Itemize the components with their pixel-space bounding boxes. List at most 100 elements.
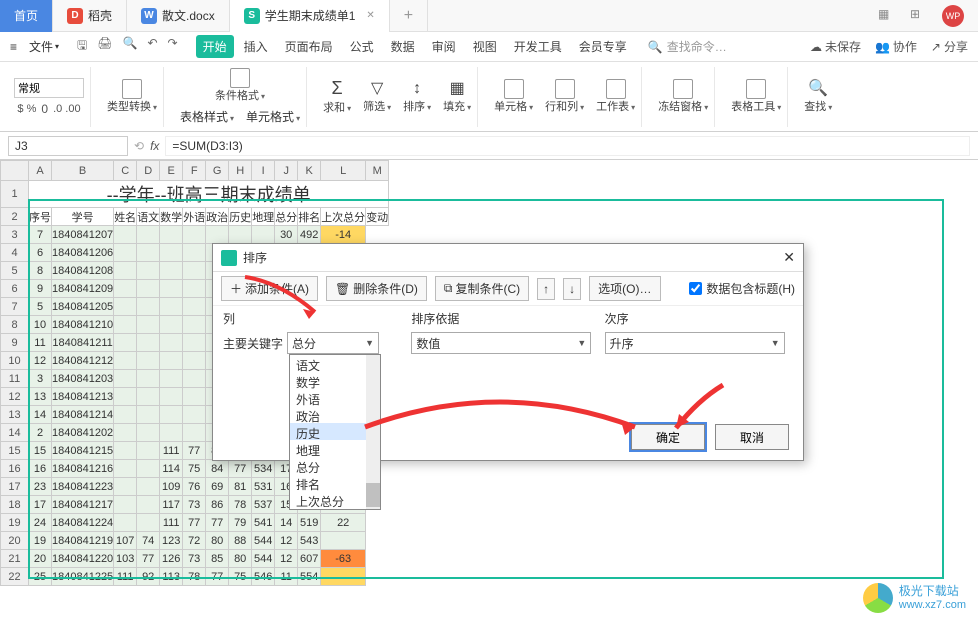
has-header-input[interactable] [689, 282, 702, 295]
row-header-15[interactable]: 15 [1, 442, 29, 460]
name-box[interactable]: J3 [8, 136, 128, 156]
ok-button[interactable]: 确定 [631, 424, 705, 450]
copy-condition-button[interactable]: ⧉ 复制条件(C) [435, 276, 529, 301]
cond-format-button[interactable]: 条件格式 [215, 68, 265, 103]
row-header-17[interactable]: 17 [1, 478, 29, 496]
tools-button[interactable]: 表格工具 [731, 79, 781, 114]
row-header-18[interactable]: 18 [1, 496, 29, 514]
col-header-C[interactable]: C [114, 161, 137, 181]
col-header-K[interactable]: K [298, 161, 321, 181]
tab-new[interactable]: + [390, 0, 428, 32]
row-header-12[interactable]: 12 [1, 388, 29, 406]
column-combo[interactable]: 总分▼ [287, 332, 379, 354]
dialog-close-icon[interactable]: ✕ [783, 249, 795, 266]
options-button[interactable]: 选项(O)… [589, 276, 660, 301]
table-row[interactable]: 37184084120730492-14 [1, 226, 389, 244]
col-header-L[interactable]: L [321, 161, 366, 181]
avatar[interactable]: WP [942, 5, 964, 27]
row-header-13[interactable]: 13 [1, 406, 29, 424]
col-header-E[interactable]: E [160, 161, 183, 181]
window-layout-icon[interactable]: ▦ [878, 7, 896, 25]
row-header-6[interactable]: 6 [1, 280, 29, 298]
row-header-21[interactable]: 21 [1, 550, 29, 568]
add-condition-button[interactable]: ＋ 添加条件(A) [221, 276, 318, 301]
preview-icon[interactable]: 🔍 [123, 36, 138, 57]
row-header-16[interactable]: 16 [1, 460, 29, 478]
number-format-select[interactable] [14, 78, 84, 98]
filter-button[interactable]: ▽筛选 [363, 79, 391, 113]
save-icon[interactable]: 🖫 [77, 36, 87, 57]
col-header-G[interactable]: G [206, 161, 229, 181]
has-header-checkbox[interactable]: 数据包含标题(H) [689, 280, 795, 297]
mtab-vip[interactable]: 会员专享 [572, 35, 634, 58]
dropdown-scrollbar[interactable] [366, 355, 380, 509]
col-header-F[interactable]: F [183, 161, 206, 181]
file-menu[interactable]: 文件▾ [23, 36, 65, 57]
fill-button[interactable]: ▦填充 [443, 79, 471, 113]
freeze-button[interactable]: 冻结窗格 [658, 79, 708, 114]
mtab-pagelayout[interactable]: 页面布局 [278, 35, 340, 58]
row-header-7[interactable]: 7 [1, 298, 29, 316]
col-header-M[interactable]: M [366, 161, 389, 181]
basis-combo[interactable]: 数值▼ [411, 332, 591, 354]
cell-button[interactable]: 单元格 [494, 79, 533, 114]
table-row[interactable]: 201918408412191077412372808854412543 [1, 532, 389, 550]
order-combo[interactable]: 升序▼ [605, 332, 785, 354]
mtab-dev[interactable]: 开发工具 [507, 35, 569, 58]
worksheet-button[interactable]: 工作表 [596, 79, 635, 114]
row-header-4[interactable]: 4 [1, 244, 29, 262]
mtab-view[interactable]: 视图 [466, 35, 504, 58]
mtab-formula[interactable]: 公式 [343, 35, 381, 58]
mtab-start[interactable]: 开始 [196, 35, 234, 58]
row-header-10[interactable]: 10 [1, 352, 29, 370]
tab-docer[interactable]: D稻壳 [53, 0, 127, 32]
row-header-8[interactable]: 8 [1, 316, 29, 334]
table-row[interactable]: 192418408412241117777795411451922 [1, 514, 389, 532]
row-header-9[interactable]: 9 [1, 334, 29, 352]
row-header-5[interactable]: 5 [1, 262, 29, 280]
type-convert-button[interactable]: 类型转换 [107, 79, 157, 114]
menu-hamburger-icon[interactable]: ≡ [10, 40, 17, 54]
move-up-button[interactable]: ↑ [537, 278, 555, 300]
find-button[interactable]: 🔍查找 [804, 79, 832, 113]
move-down-button[interactable]: ↓ [563, 278, 581, 300]
fb-cancel-icon[interactable]: ⟲ [134, 139, 144, 153]
row-header-2[interactable]: 2 [1, 208, 29, 226]
share-button[interactable]: ↗ 分享 [931, 38, 968, 55]
row-header-3[interactable]: 3 [1, 226, 29, 244]
table-row[interactable]: 212018408412201037712673858054412607-63 [1, 550, 389, 568]
unsaved-button[interactable]: ☁ 未保存 [810, 38, 861, 55]
row-header-19[interactable]: 19 [1, 514, 29, 532]
tab-word[interactable]: W散文.docx [127, 0, 230, 32]
mtab-review[interactable]: 审阅 [425, 35, 463, 58]
row-header-1[interactable]: 1 [1, 181, 29, 208]
col-header-J[interactable]: J [275, 161, 298, 181]
mtab-insert[interactable]: 插入 [237, 35, 275, 58]
print-icon[interactable]: 🖨 [97, 36, 112, 57]
col-header-I[interactable]: I [252, 161, 275, 181]
cell-format-button[interactable]: 单元格式 [246, 108, 300, 125]
undo-icon[interactable]: ↶ [147, 36, 157, 57]
delete-condition-button[interactable]: 🗑 删除条件(D) [326, 276, 427, 301]
table-style-button[interactable]: 表格样式 [180, 108, 234, 125]
col-header-D[interactable]: D [137, 161, 160, 181]
tab-home[interactable]: 首页 [0, 0, 53, 32]
row-header-22[interactable]: 22 [1, 568, 29, 586]
grid-icon[interactable]: ⊞ [910, 7, 928, 25]
sort-button[interactable]: ↕排序 [403, 79, 431, 113]
sum-button[interactable]: Σ求和 [323, 78, 351, 115]
table-row[interactable]: 222518408412251119211378777554611554 [1, 568, 389, 586]
scrollbar-thumb[interactable] [366, 483, 380, 507]
fx-icon[interactable]: fx [150, 139, 159, 153]
formula-input[interactable]: =SUM(D3:I3) [165, 136, 970, 156]
row-header-20[interactable]: 20 [1, 532, 29, 550]
mtab-data[interactable]: 数据 [384, 35, 422, 58]
collab-button[interactable]: 👥 协作 [875, 38, 917, 55]
redo-icon[interactable]: ↷ [168, 36, 178, 57]
cancel-button[interactable]: 取消 [715, 424, 789, 450]
rowscols-button[interactable]: 行和列 [545, 79, 584, 114]
command-search[interactable]: 🔍 查找命令… [648, 38, 727, 55]
col-header-B[interactable]: B [52, 161, 114, 181]
row-header-14[interactable]: 14 [1, 424, 29, 442]
row-header-11[interactable]: 11 [1, 370, 29, 388]
